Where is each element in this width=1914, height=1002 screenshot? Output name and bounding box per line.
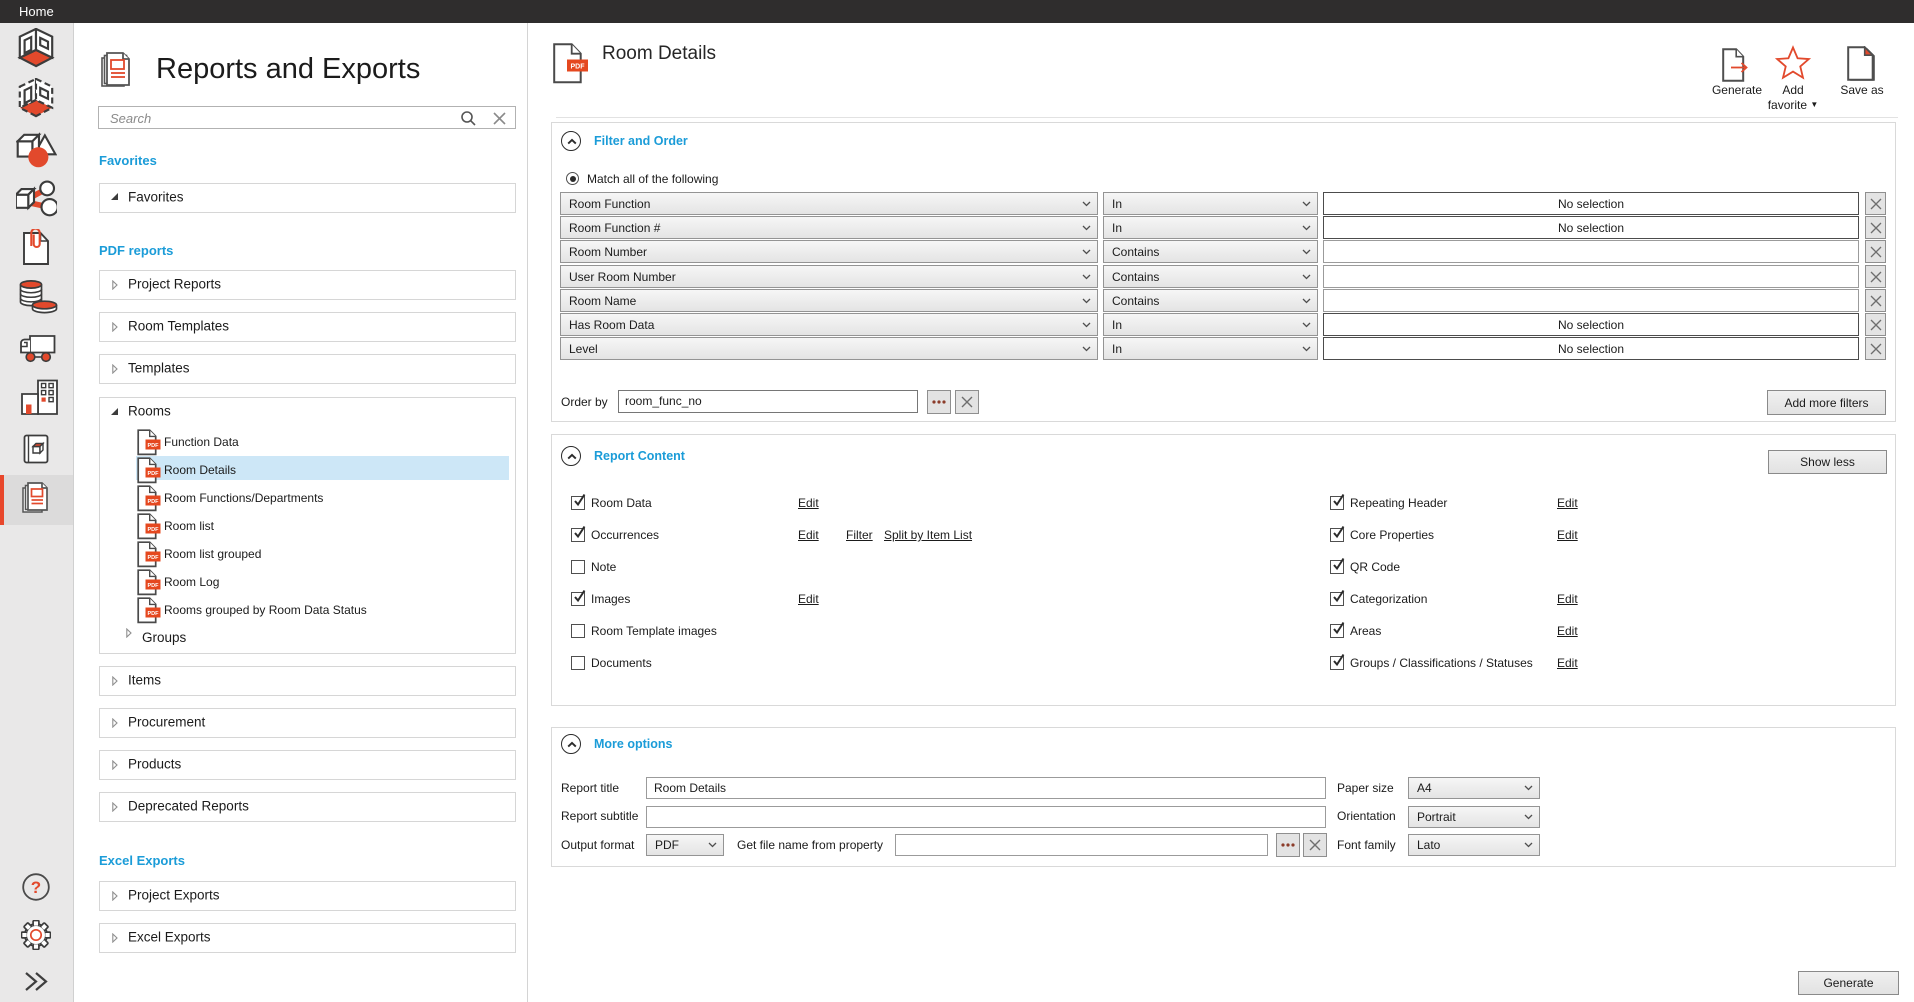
svg-text:PDF: PDF [148, 443, 160, 449]
svg-text:?: ? [31, 878, 41, 897]
svg-text:PDF: PDF [148, 527, 160, 533]
svg-text:PDF: PDF [148, 611, 160, 617]
svg-text:PDF: PDF [148, 583, 160, 589]
svg-text:PDF: PDF [148, 471, 160, 477]
svg-text:PDF: PDF [148, 499, 160, 505]
svg-text:PDF: PDF [148, 555, 160, 561]
svg-text:PDF: PDF [571, 64, 586, 71]
